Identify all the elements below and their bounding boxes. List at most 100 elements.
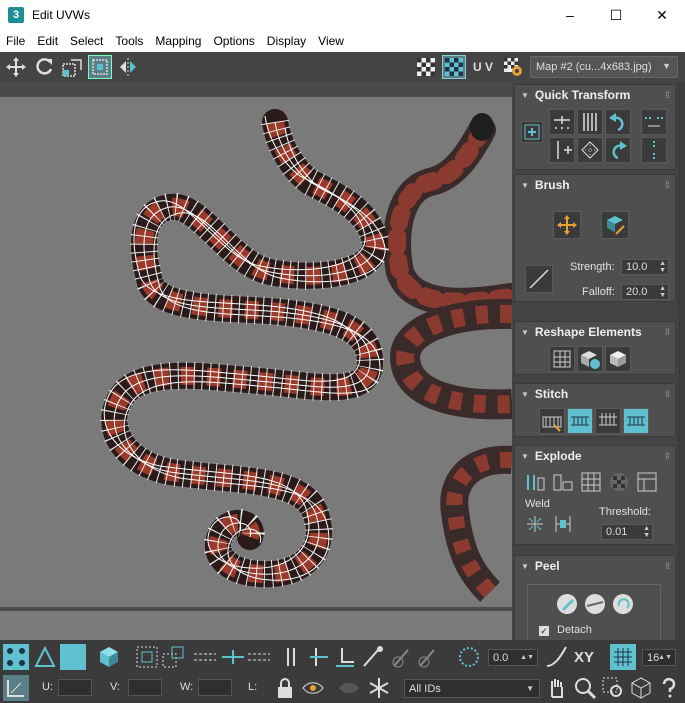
edge-ring-icon[interactable] [246,644,272,670]
uv-button[interactable]: U V [473,60,493,74]
panel-scrollbar[interactable] [678,82,685,640]
hide-icon[interactable] [336,675,362,701]
menu-edit[interactable]: Edit [31,34,64,48]
grid-straighten-icon[interactable] [549,346,575,372]
falloff-spinner[interactable]: 20.0 ▲ ▼ [621,284,669,300]
move-icon[interactable] [4,55,28,79]
edge-select-icon[interactable] [306,644,332,670]
rotate-ccw-icon[interactable] [605,109,631,135]
freeze-icon[interactable] [366,675,392,701]
grow-selection-icon[interactable] [134,644,160,670]
paint-shrink-icon[interactable] [416,644,442,670]
shrink-selection-icon[interactable] [160,644,186,670]
flatten-icon[interactable] [551,470,577,496]
element-mode-icon[interactable] [96,644,122,670]
face-mode-icon[interactable] [60,644,86,670]
maximize-button[interactable]: ☐ [593,0,639,30]
straighten-icon[interactable] [577,137,603,163]
relax-brush-icon[interactable] [601,211,629,239]
show-hide-icon[interactable] [300,675,326,701]
w-field[interactable] [198,679,232,696]
map-select[interactable]: Map #2 (cu...4x683.jpg) ▼ [530,56,678,78]
menu-bar: File Edit Select Tools Mapping Options D… [0,30,685,52]
lock-icon[interactable] [272,675,298,701]
minimize-button[interactable]: – [547,0,593,30]
strength-spinner[interactable]: 10.0 ▲ ▼ [621,259,669,275]
zoom-extents-icon[interactable] [628,675,654,701]
menu-tools[interactable]: Tools [109,34,149,48]
map-settings-icon[interactable] [501,55,525,79]
quick-transform-header[interactable]: ▼ Quick Transform ⁞⁞ [515,85,675,105]
menu-mapping[interactable]: Mapping [149,34,207,48]
explode-settings-icon[interactable] [635,470,661,496]
paint-move-icon[interactable] [553,211,581,239]
ring-select-icon[interactable] [220,644,246,670]
stitch-average-icon[interactable] [595,408,621,434]
peel-reset-icon[interactable] [611,592,637,618]
open-edge-icon[interactable] [332,644,358,670]
grid-value-field[interactable]: 16 ▲▼ [642,649,676,666]
stitch-header[interactable]: ▼ Stitch ⁞⁞ [515,384,675,404]
uv-editor-viewport[interactable] [0,82,512,640]
stitch-target-icon[interactable] [567,408,593,434]
ids-select[interactable]: All IDs ▼ [404,679,540,698]
rotate-angle-field[interactable]: 0.0 ▲▼ [488,649,538,666]
menu-view[interactable]: View [312,34,350,48]
threshold-spinner[interactable]: 0.01 ▲ ▼ [601,524,653,540]
break-icon[interactable] [523,470,549,496]
weld-target-icon[interactable] [551,512,577,538]
relax-icon[interactable] [577,346,603,372]
stitch-custom-icon[interactable] [623,408,649,434]
paint-grow-icon[interactable] [390,644,416,670]
align-vertical-lines-icon[interactable] [577,109,603,135]
mirror-icon[interactable] [116,55,140,79]
space-vertical-icon[interactable] [641,137,667,163]
peel-mode-icon[interactable] [583,592,609,618]
brush-header[interactable]: ▼ Brush ⁞⁞ [515,175,675,195]
rotate-cw-icon[interactable] [605,137,631,163]
stitch-source-icon[interactable] [539,408,565,434]
weld-selected-icon[interactable] [523,512,549,538]
v-field[interactable] [128,679,162,696]
menu-options[interactable]: Options [207,34,260,48]
align-horizontal-icon[interactable] [549,109,575,135]
soft-selection-icon[interactable] [544,644,570,670]
vertex-mode-icon[interactable] [3,644,29,670]
menu-display[interactable]: Display [261,34,312,48]
zoom-region-icon[interactable] [600,675,626,701]
align-points-icon[interactable] [549,137,575,163]
align-center-icon[interactable] [521,121,543,143]
relax-settings-icon[interactable] [605,346,631,372]
grid-snap-icon[interactable] [610,644,636,670]
rotate-angle-icon[interactable] [456,644,482,670]
space-horizontal-icon[interactable] [641,109,667,135]
menu-select[interactable]: Select [64,34,109,48]
absolute-offset-icon[interactable] [3,675,29,701]
reshape-header[interactable]: ▼ Reshape Elements ⁞⁞ [515,322,675,342]
edge-mode-icon[interactable] [32,644,58,670]
scale-icon[interactable] [60,55,84,79]
menu-file[interactable]: File [0,34,31,48]
loop-select-icon[interactable] [192,644,218,670]
strength-value: 10.0 [626,261,648,273]
explode-header[interactable]: ▼ Explode ⁞⁞ [515,446,675,466]
u-field[interactable] [58,679,92,696]
pan-icon[interactable] [544,675,570,701]
xy-button[interactable]: XY [574,649,594,666]
checker-map-icon[interactable] [442,55,466,79]
point-to-point-icon[interactable] [278,644,304,670]
detach-checkbox[interactable]: ✓ [539,626,549,636]
peel-header[interactable]: ▼ Peel ⁞⁞ [515,556,675,576]
rotate-icon[interactable] [32,55,56,79]
close-button[interactable]: ✕ [639,0,685,30]
falloff-value: 20.0 [626,286,648,298]
help-icon[interactable] [656,675,682,701]
paint-select-icon[interactable] [360,644,386,670]
freeform-icon[interactable] [88,55,112,79]
checker-explode-icon[interactable] [607,470,633,496]
checker-icon[interactable] [414,55,438,79]
quick-peel-icon[interactable] [555,592,581,618]
zoom-icon[interactable] [572,675,598,701]
brush-falloff-icon[interactable] [525,265,553,293]
explode-grid-icon[interactable] [579,470,605,496]
